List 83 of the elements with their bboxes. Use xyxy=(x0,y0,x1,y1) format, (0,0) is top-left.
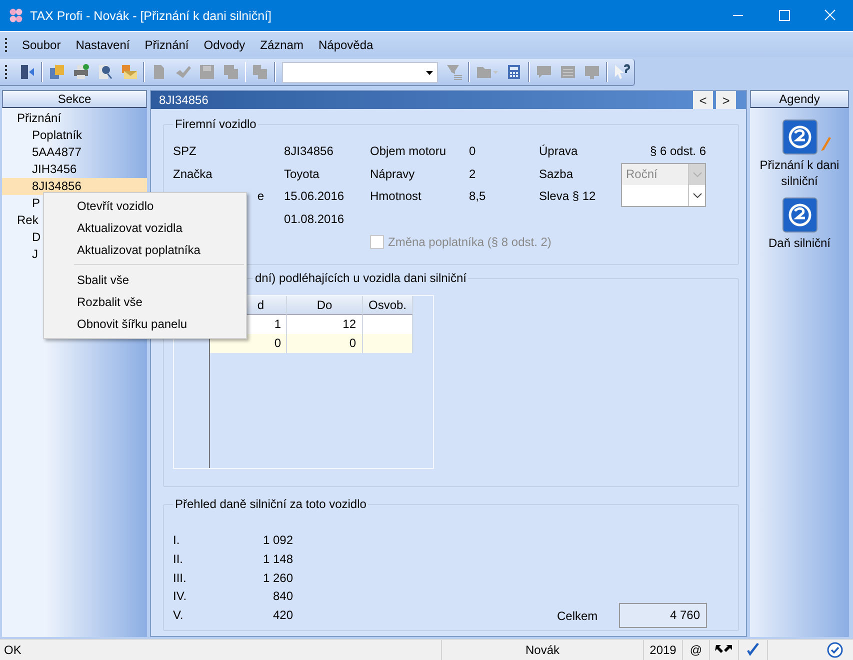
magnifier-icon[interactable] xyxy=(96,64,113,80)
printer-icon[interactable] xyxy=(72,64,89,80)
menu-item[interactable]: Přiznání xyxy=(138,38,197,52)
tree-item[interactable]: 5AA4877 xyxy=(2,144,147,161)
amount-value: 1 148 xyxy=(262,552,293,566)
field-label: Hmotnost xyxy=(370,189,422,204)
calculator-icon[interactable] xyxy=(506,64,522,80)
window-title: TAX Profi - Novák - [Přiznání k dani silniční] xyxy=(30,8,273,22)
menu-item[interactable]: Otevřít vozidlo xyxy=(44,195,246,217)
tree-item[interactable]: JIH3456 xyxy=(2,161,147,178)
menu-item[interactable]: Nastavení xyxy=(68,38,138,52)
field-label: Sleva § 12 xyxy=(539,189,597,204)
door-icon[interactable] xyxy=(18,64,35,80)
panel-header: Sekce xyxy=(2,90,147,108)
menu-item[interactable]: Aktualizovat poplatníka xyxy=(44,239,246,261)
group-title: dní) podléhajících u vozidla dani silniční xyxy=(254,271,468,285)
table-cell: 0 xyxy=(287,334,363,353)
field-value: 8JI34856 xyxy=(284,144,334,158)
status-at: @ xyxy=(683,640,710,660)
check-circle-icon[interactable] xyxy=(827,642,843,658)
total-label: Celkem xyxy=(557,608,599,623)
checkbox-label: Změna poplatníka (§ 8 odst. 2) xyxy=(388,235,552,249)
agenda-icon[interactable] xyxy=(782,197,818,233)
status-user: Novák xyxy=(442,640,644,660)
menu-item[interactable]: Odvody xyxy=(196,38,254,52)
field-label: Nápravy xyxy=(370,166,416,181)
amount-value: 1 260 xyxy=(262,570,293,585)
help-cursor-icon[interactable] xyxy=(614,64,630,80)
amount-value: 1 092 xyxy=(262,533,293,548)
nav-button[interactable]: < xyxy=(693,91,713,109)
status-text: OK xyxy=(0,640,442,660)
field-label: SPZ xyxy=(173,144,198,158)
amount-value: 420 xyxy=(272,608,293,622)
column-header[interactable]: Osvob. xyxy=(363,296,413,315)
field-label: Sazba xyxy=(539,166,574,181)
table-cell: 12 xyxy=(287,315,363,334)
table-cell xyxy=(363,315,413,334)
period-label: III. xyxy=(173,570,186,585)
field-label: Značka xyxy=(173,166,214,181)
field-value: 15.06.2016 xyxy=(284,189,346,204)
column-header[interactable]: Do xyxy=(287,296,363,315)
field-label: e xyxy=(256,189,265,204)
menu-item[interactable]: Sbalit vše xyxy=(44,269,246,291)
panel-title: 8JI34856 xyxy=(159,93,210,107)
dropdown-field[interactable] xyxy=(621,185,706,207)
table-cell xyxy=(363,334,413,353)
tree-item[interactable]: Poplatník xyxy=(2,127,147,144)
field-value: § 6 odst. 6 xyxy=(648,144,706,158)
caret-icon xyxy=(426,70,434,74)
field-value: 0 xyxy=(469,144,477,158)
field-value: Toyota xyxy=(284,166,320,181)
agenda-label[interactable]: Daň silniční xyxy=(752,235,847,251)
flower-icon xyxy=(8,8,24,24)
field-label: Objem motoru xyxy=(370,144,448,158)
menu-item[interactable]: Soubor xyxy=(15,38,69,52)
nav-button[interactable]: > xyxy=(716,91,736,109)
field-value: 01.08.2016 xyxy=(284,212,346,226)
period-label: IV. xyxy=(173,589,187,604)
toolbar-dropdown[interactable] xyxy=(282,62,438,82)
menu-item[interactable]: Aktualizovat vozidla xyxy=(44,217,246,239)
field-label: Úprava xyxy=(539,144,579,158)
status-year: 2019 xyxy=(644,640,683,660)
field-value: 8,5 xyxy=(469,189,487,204)
menu-item[interactable]: Nápověda xyxy=(311,38,382,52)
total-field: 4 760 xyxy=(619,603,707,628)
menu-item[interactable]: Záznam xyxy=(253,38,312,52)
period-label: I. xyxy=(173,533,180,548)
documents-icon[interactable] xyxy=(48,64,65,80)
pencil-check-icon[interactable] xyxy=(746,643,760,657)
agenda-icon[interactable] xyxy=(782,119,832,155)
chevron-down-icon xyxy=(692,193,702,198)
agenda-label[interactable]: Přiznání k dani silniční xyxy=(752,157,847,189)
tree-item[interactable]: Přiznání xyxy=(2,110,147,127)
period-label: II. xyxy=(173,552,184,566)
envelope-icon[interactable] xyxy=(120,64,137,80)
panel-header: Agendy xyxy=(750,90,849,108)
group-title: Přehled daně silniční za toto vozidlo xyxy=(174,497,368,511)
chevron-down-icon xyxy=(692,172,702,177)
amount-value: 840 xyxy=(272,589,293,604)
period-label: V. xyxy=(173,608,184,622)
group-title: Firemní vozidlo xyxy=(174,117,258,131)
arrows-icon[interactable] xyxy=(715,644,733,656)
field-value: 2 xyxy=(469,166,477,181)
